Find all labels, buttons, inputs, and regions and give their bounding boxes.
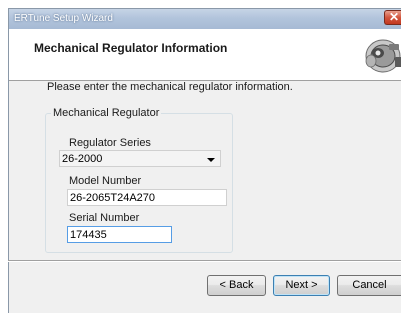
- serial-number-field[interactable]: [67, 226, 172, 243]
- next-button[interactable]: Next >: [273, 275, 330, 296]
- title-bar[interactable]: ERTune Setup Wizard ✕: [9, 9, 401, 29]
- footer-separator: [8, 260, 401, 262]
- regulator-series-label: Regulator Series: [69, 137, 151, 149]
- wizard-header: Mechanical Regulator Information: [9, 29, 401, 81]
- window-title: ERTune Setup Wizard: [14, 13, 113, 24]
- regulator-logo-icon: [365, 39, 401, 73]
- cancel-button[interactable]: Cancel: [337, 275, 401, 296]
- serial-number-input[interactable]: [68, 227, 171, 242]
- close-icon: ✕: [389, 10, 400, 24]
- chevron-down-icon[interactable]: [207, 158, 215, 162]
- regulator-series-value: 26-2000: [62, 153, 103, 165]
- close-button[interactable]: ✕: [384, 10, 401, 25]
- model-number-field[interactable]: [67, 189, 227, 206]
- group-legend: Mechanical Regulator: [51, 107, 162, 119]
- back-button[interactable]: < Back: [207, 275, 266, 296]
- regulator-series-select[interactable]: 26-2000: [59, 150, 221, 167]
- model-number-label: Model Number: [69, 175, 142, 187]
- page-title: Mechanical Regulator Information: [34, 41, 228, 55]
- model-number-input[interactable]: [68, 190, 226, 205]
- serial-number-label: Serial Number: [69, 212, 140, 224]
- instruction-text: Please enter the mechanical regulator in…: [47, 81, 293, 93]
